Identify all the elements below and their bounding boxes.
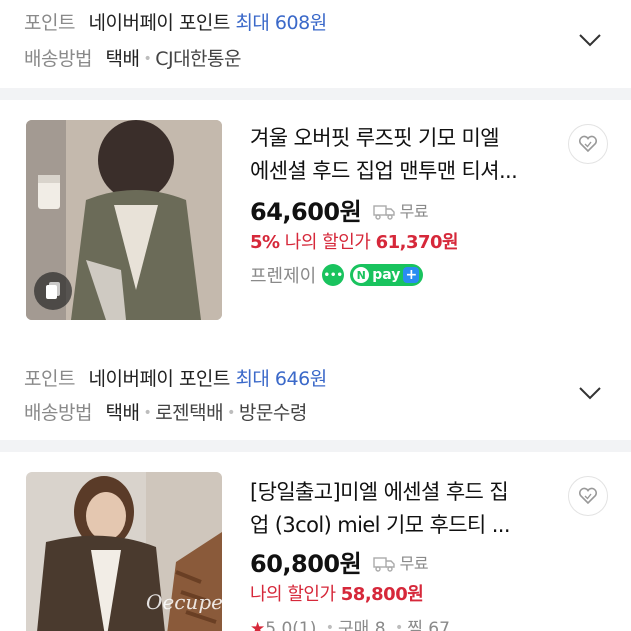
shipping-row: 배송방법 택배 • CJ대한통운: [24, 48, 241, 70]
chevron-down-icon[interactable]: [579, 33, 601, 47]
product-title[interactable]: 겨울 오버핏 루즈핏 기모 미엘 에센셜 후드 집업 맨투맨 티셔...: [250, 122, 550, 188]
price-row: 64,600원 무료: [250, 192, 429, 227]
shipping-carrier: 로젠택배: [155, 402, 224, 424]
point-max: 최대 608원: [235, 12, 327, 34]
shipping-extra: 방문수령: [238, 402, 307, 424]
shipping-row: 배송방법 택배 • 로젠택배 • 방문수령: [24, 402, 307, 424]
seller-row: 프렌제이 ••• N pay +: [250, 262, 424, 288]
discount-percent: 5%: [250, 232, 280, 253]
product-info-block-1: 포인트 네이버페이 포인트 최대 608원 배송방법 택배 • CJ대한통운: [0, 0, 631, 88]
point-label: 포인트: [24, 12, 75, 34]
discount-row: 5% 나의 할인가 61,370원: [250, 228, 459, 254]
rating: 5.0(1): [265, 619, 317, 631]
wishlist-button[interactable]: [568, 476, 608, 516]
product-info-block-2: 포인트 네이버페이 포인트 최대 646원 배송방법 택배 • 로젠택배 • 방문수령: [0, 344, 631, 440]
discount-row: 나의 할인가 58,800원: [250, 580, 424, 606]
title-line-1: 겨울 오버핏 루즈핏 기모 미엘: [250, 126, 500, 150]
point-row: 포인트 네이버페이 포인트 최대 608원: [24, 8, 327, 35]
truck-icon: [373, 205, 395, 220]
image-watermark-text: Oecupe: [146, 590, 222, 614]
naver-n-icon: N: [353, 267, 370, 283]
shipping-method: 택배: [105, 402, 140, 424]
npay-text: pay: [372, 267, 401, 283]
title-line-2: 에센셜 후드 집업 맨투맨 티셔...: [250, 159, 518, 183]
shipping-method: 택배: [105, 48, 140, 70]
purchase-count: 구매 8: [338, 619, 386, 631]
price-row: 60,800원 무료: [250, 544, 429, 579]
multi-image-icon: [34, 272, 72, 310]
discount-price: 61,370원: [375, 232, 459, 253]
heart-icon: [578, 487, 598, 505]
stats-row: ★5.0(1) • 구매 8 • 찜 67: [250, 614, 450, 631]
point-text: 네이버페이 포인트: [88, 12, 231, 34]
section-divider: [0, 440, 631, 452]
plus-icon: +: [403, 267, 420, 283]
discount-price: 58,800원: [340, 584, 424, 605]
product-card-1[interactable]: 겨울 오버핏 루즈핏 기모 미엘 에센셜 후드 집업 맨투맨 티셔... 64,…: [0, 100, 631, 344]
product-title[interactable]: [당일출고]미엘 에센셜 후드 집 업 (3col) miel 기모 후드티 .…: [250, 476, 550, 542]
star-icon: ★: [250, 619, 266, 631]
product-image[interactable]: [26, 120, 222, 320]
wishlist-button[interactable]: [568, 124, 608, 164]
title-line-2: 업 (3col) miel 기모 후드티 ...: [250, 513, 511, 537]
product-card-2[interactable]: Oecupe [당일출고]미엘 에센셜 후드 집 업 (3col) miel 기…: [0, 452, 631, 631]
shipping-label: 배송방법: [24, 48, 92, 70]
shipping-info: 무료: [373, 554, 429, 573]
heart-icon: [578, 135, 598, 153]
seller-name[interactable]: 프렌제이: [250, 262, 316, 288]
point-label: 포인트: [24, 368, 75, 390]
title-line-1: [당일출고]미엘 에센셜 후드 집: [250, 480, 509, 504]
point-row: 포인트 네이버페이 포인트 최대 646원: [24, 364, 327, 391]
shipping-carrier: CJ대한통운: [155, 48, 241, 70]
product-price: 60,800원: [250, 550, 362, 578]
product-price: 64,600원: [250, 198, 362, 226]
discount-label: 나의 할인가: [284, 232, 371, 253]
section-divider: [0, 88, 631, 100]
talk-talk-icon[interactable]: •••: [322, 264, 345, 286]
point-text: 네이버페이 포인트: [88, 368, 231, 390]
discount-label: 나의 할인가: [250, 584, 336, 605]
npay-badge: N pay +: [350, 264, 424, 286]
point-max: 최대 646원: [235, 368, 327, 390]
chevron-down-icon[interactable]: [579, 386, 601, 400]
wish-count: 찜 67: [407, 619, 450, 631]
product-image[interactable]: Oecupe: [26, 472, 222, 631]
shipping-label: 배송방법: [24, 402, 92, 424]
shipping-info: 무료: [373, 202, 429, 221]
shipping-fee: 무료: [399, 554, 429, 573]
shipping-fee: 무료: [399, 202, 429, 221]
truck-icon: [373, 557, 395, 572]
